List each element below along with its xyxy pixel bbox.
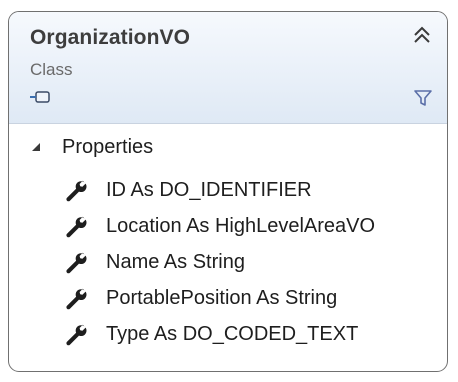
property-list: ID As DO_IDENTIFIER Location As HighLeve… <box>9 174 447 354</box>
class-name[interactable]: OrganizationVO <box>30 26 190 50</box>
property-row-portable-position[interactable]: PortablePosition As String <box>9 282 447 318</box>
property-row-type[interactable]: Type As DO_CODED_TEXT <box>9 318 447 354</box>
class-stereotype: Class <box>30 60 73 79</box>
property-text: Name As String <box>106 251 245 273</box>
property-row-location[interactable]: Location As HighLevelAreaVO <box>9 210 447 246</box>
class-shape[interactable]: OrganizationVO Class Properties ID As DO… <box>8 11 448 372</box>
property-row-name[interactable]: Name As String <box>9 246 447 282</box>
property-text: PortablePosition As String <box>106 287 338 309</box>
public-visibility-icon <box>30 91 50 103</box>
properties-section-header[interactable]: Properties <box>9 130 447 164</box>
double-chevron-up-icon[interactable] <box>411 24 433 46</box>
wrench-icon <box>66 252 87 274</box>
wrench-icon <box>66 216 87 238</box>
property-text: ID As DO_IDENTIFIER <box>106 179 312 201</box>
filter-funnel-icon[interactable] <box>413 88 433 108</box>
wrench-icon <box>66 324 87 346</box>
wrench-icon <box>66 180 87 202</box>
property-row-id[interactable]: ID As DO_IDENTIFIER <box>9 174 447 210</box>
property-text: Location As HighLevelAreaVO <box>106 215 376 237</box>
class-header[interactable]: OrganizationVO Class <box>9 12 447 124</box>
wrench-icon <box>66 288 87 310</box>
properties-section-label: Properties <box>62 136 154 158</box>
property-text: Type As DO_CODED_TEXT <box>106 323 359 345</box>
triangle-expanded-icon[interactable] <box>31 142 41 152</box>
